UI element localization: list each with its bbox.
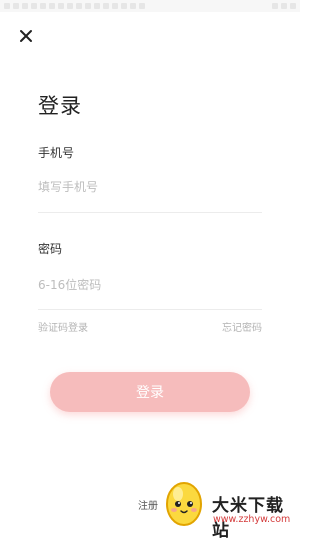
status-bar [0,0,300,12]
page-title: 登录 [38,94,82,118]
register-link[interactable]: 注册 [138,497,158,512]
password-input[interactable] [38,272,262,298]
status-icons-right [272,3,296,9]
watermark-url: www.zzhyw.com [213,514,291,525]
password-label: 密码 [38,242,63,256]
login-button[interactable]: 登录 [50,372,250,412]
sms-login-link[interactable]: 验证码登录 [38,319,88,334]
phone-input[interactable] [38,174,262,200]
forgot-password-link[interactable]: 忘记密码 [222,319,262,334]
egg-mascot-logo [164,478,204,526]
phone-divider [38,212,262,213]
password-divider [38,309,262,310]
phone-label: 手机号 [38,146,75,160]
status-icons-left [4,3,145,9]
close-icon[interactable] [16,26,36,46]
